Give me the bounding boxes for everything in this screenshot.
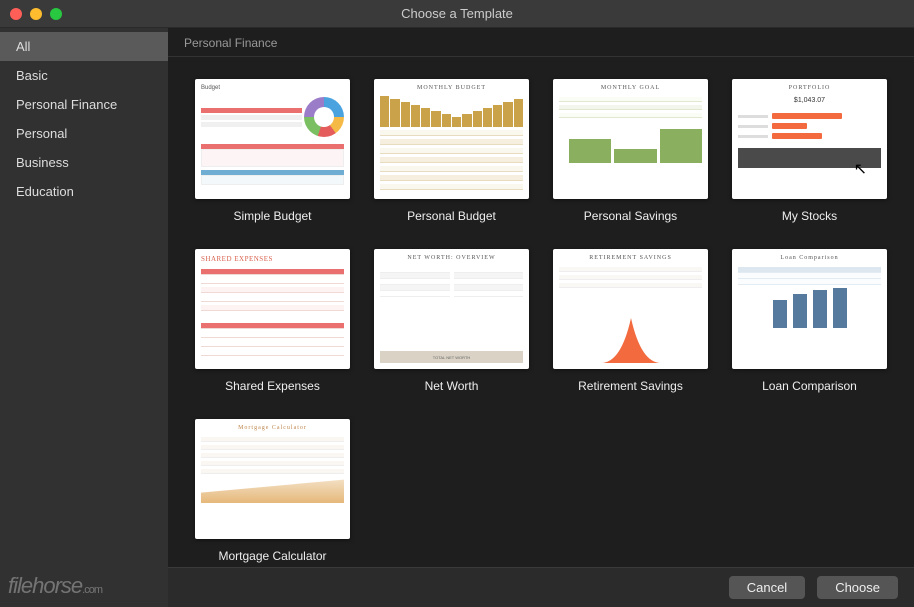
footer: Cancel Choose [168, 567, 914, 607]
template-mortgage-calculator[interactable]: Mortgage Calculator Mortgage Calculator [194, 419, 351, 563]
maximize-icon[interactable] [50, 8, 62, 20]
template-thumbnail[interactable]: MONTHLY GOAL [553, 79, 708, 199]
sidebar-item-all[interactable]: All [0, 32, 168, 61]
minimize-icon[interactable] [30, 8, 42, 20]
template-label: Personal Budget [407, 209, 496, 223]
main-content: Personal Finance Budget Simple Budget MONT… [168, 28, 914, 607]
window-title: Choose a Template [0, 6, 914, 21]
template-retirement-savings[interactable]: RETIREMENT SAVINGS Retirement Savings [552, 249, 709, 393]
template-grid-scroll[interactable]: Budget Simple Budget MONTHLY BUDGET Persona… [168, 57, 914, 567]
template-personal-budget[interactable]: MONTHLY BUDGET Personal Budget [373, 79, 530, 223]
template-thumbnail[interactable]: PORTFOLIO↖$1,043.07 [732, 79, 887, 199]
template-personal-savings[interactable]: MONTHLY GOAL Personal Savings [552, 79, 709, 223]
sidebar-item-basic[interactable]: Basic [0, 61, 168, 90]
sidebar: AllBasicPersonal FinancePersonalBusiness… [0, 28, 168, 607]
template-my-stocks[interactable]: PORTFOLIO↖$1,043.07 My Stocks [731, 79, 888, 223]
template-label: Net Worth [425, 379, 479, 393]
titlebar: Choose a Template [0, 0, 914, 28]
template-thumbnail[interactable]: Mortgage Calculator [195, 419, 350, 539]
template-chooser-window: Choose a Template AllBasicPersonal Finan… [0, 0, 914, 607]
sidebar-item-personal[interactable]: Personal [0, 119, 168, 148]
template-thumbnail[interactable]: Loan Comparison [732, 249, 887, 369]
template-thumbnail[interactable]: NET WORTH: OVERVIEWTOTAL NET WORTH [374, 249, 529, 369]
template-label: Personal Savings [584, 209, 677, 223]
template-label: Mortgage Calculator [218, 549, 326, 563]
sidebar-item-personal-finance[interactable]: Personal Finance [0, 90, 168, 119]
sidebar-item-business[interactable]: Business [0, 148, 168, 177]
template-label: My Stocks [782, 209, 837, 223]
template-net-worth[interactable]: NET WORTH: OVERVIEWTOTAL NET WORTH Net Wo… [373, 249, 530, 393]
template-loan-comparison[interactable]: Loan Comparison Loan Comparison [731, 249, 888, 393]
template-simple-budget[interactable]: Budget Simple Budget [194, 79, 351, 223]
template-thumbnail[interactable]: MONTHLY BUDGET [374, 79, 529, 199]
template-label: Loan Comparison [762, 379, 857, 393]
choose-button[interactable]: Choose [817, 576, 898, 599]
template-thumbnail[interactable]: RETIREMENT SAVINGS [553, 249, 708, 369]
template-label: Retirement Savings [578, 379, 683, 393]
sidebar-item-education[interactable]: Education [0, 177, 168, 206]
cancel-button[interactable]: Cancel [729, 576, 805, 599]
template-grid: Budget Simple Budget MONTHLY BUDGET Persona… [168, 57, 914, 567]
template-thumbnail[interactable]: Budget [195, 79, 350, 199]
template-label: Shared Expenses [225, 379, 320, 393]
close-icon[interactable] [10, 8, 22, 20]
template-shared-expenses[interactable]: SHARED EXPENSES Shared Expenses [194, 249, 351, 393]
section-header: Personal Finance [168, 28, 914, 57]
template-label: Simple Budget [233, 209, 311, 223]
template-thumbnail[interactable]: SHARED EXPENSES [195, 249, 350, 369]
